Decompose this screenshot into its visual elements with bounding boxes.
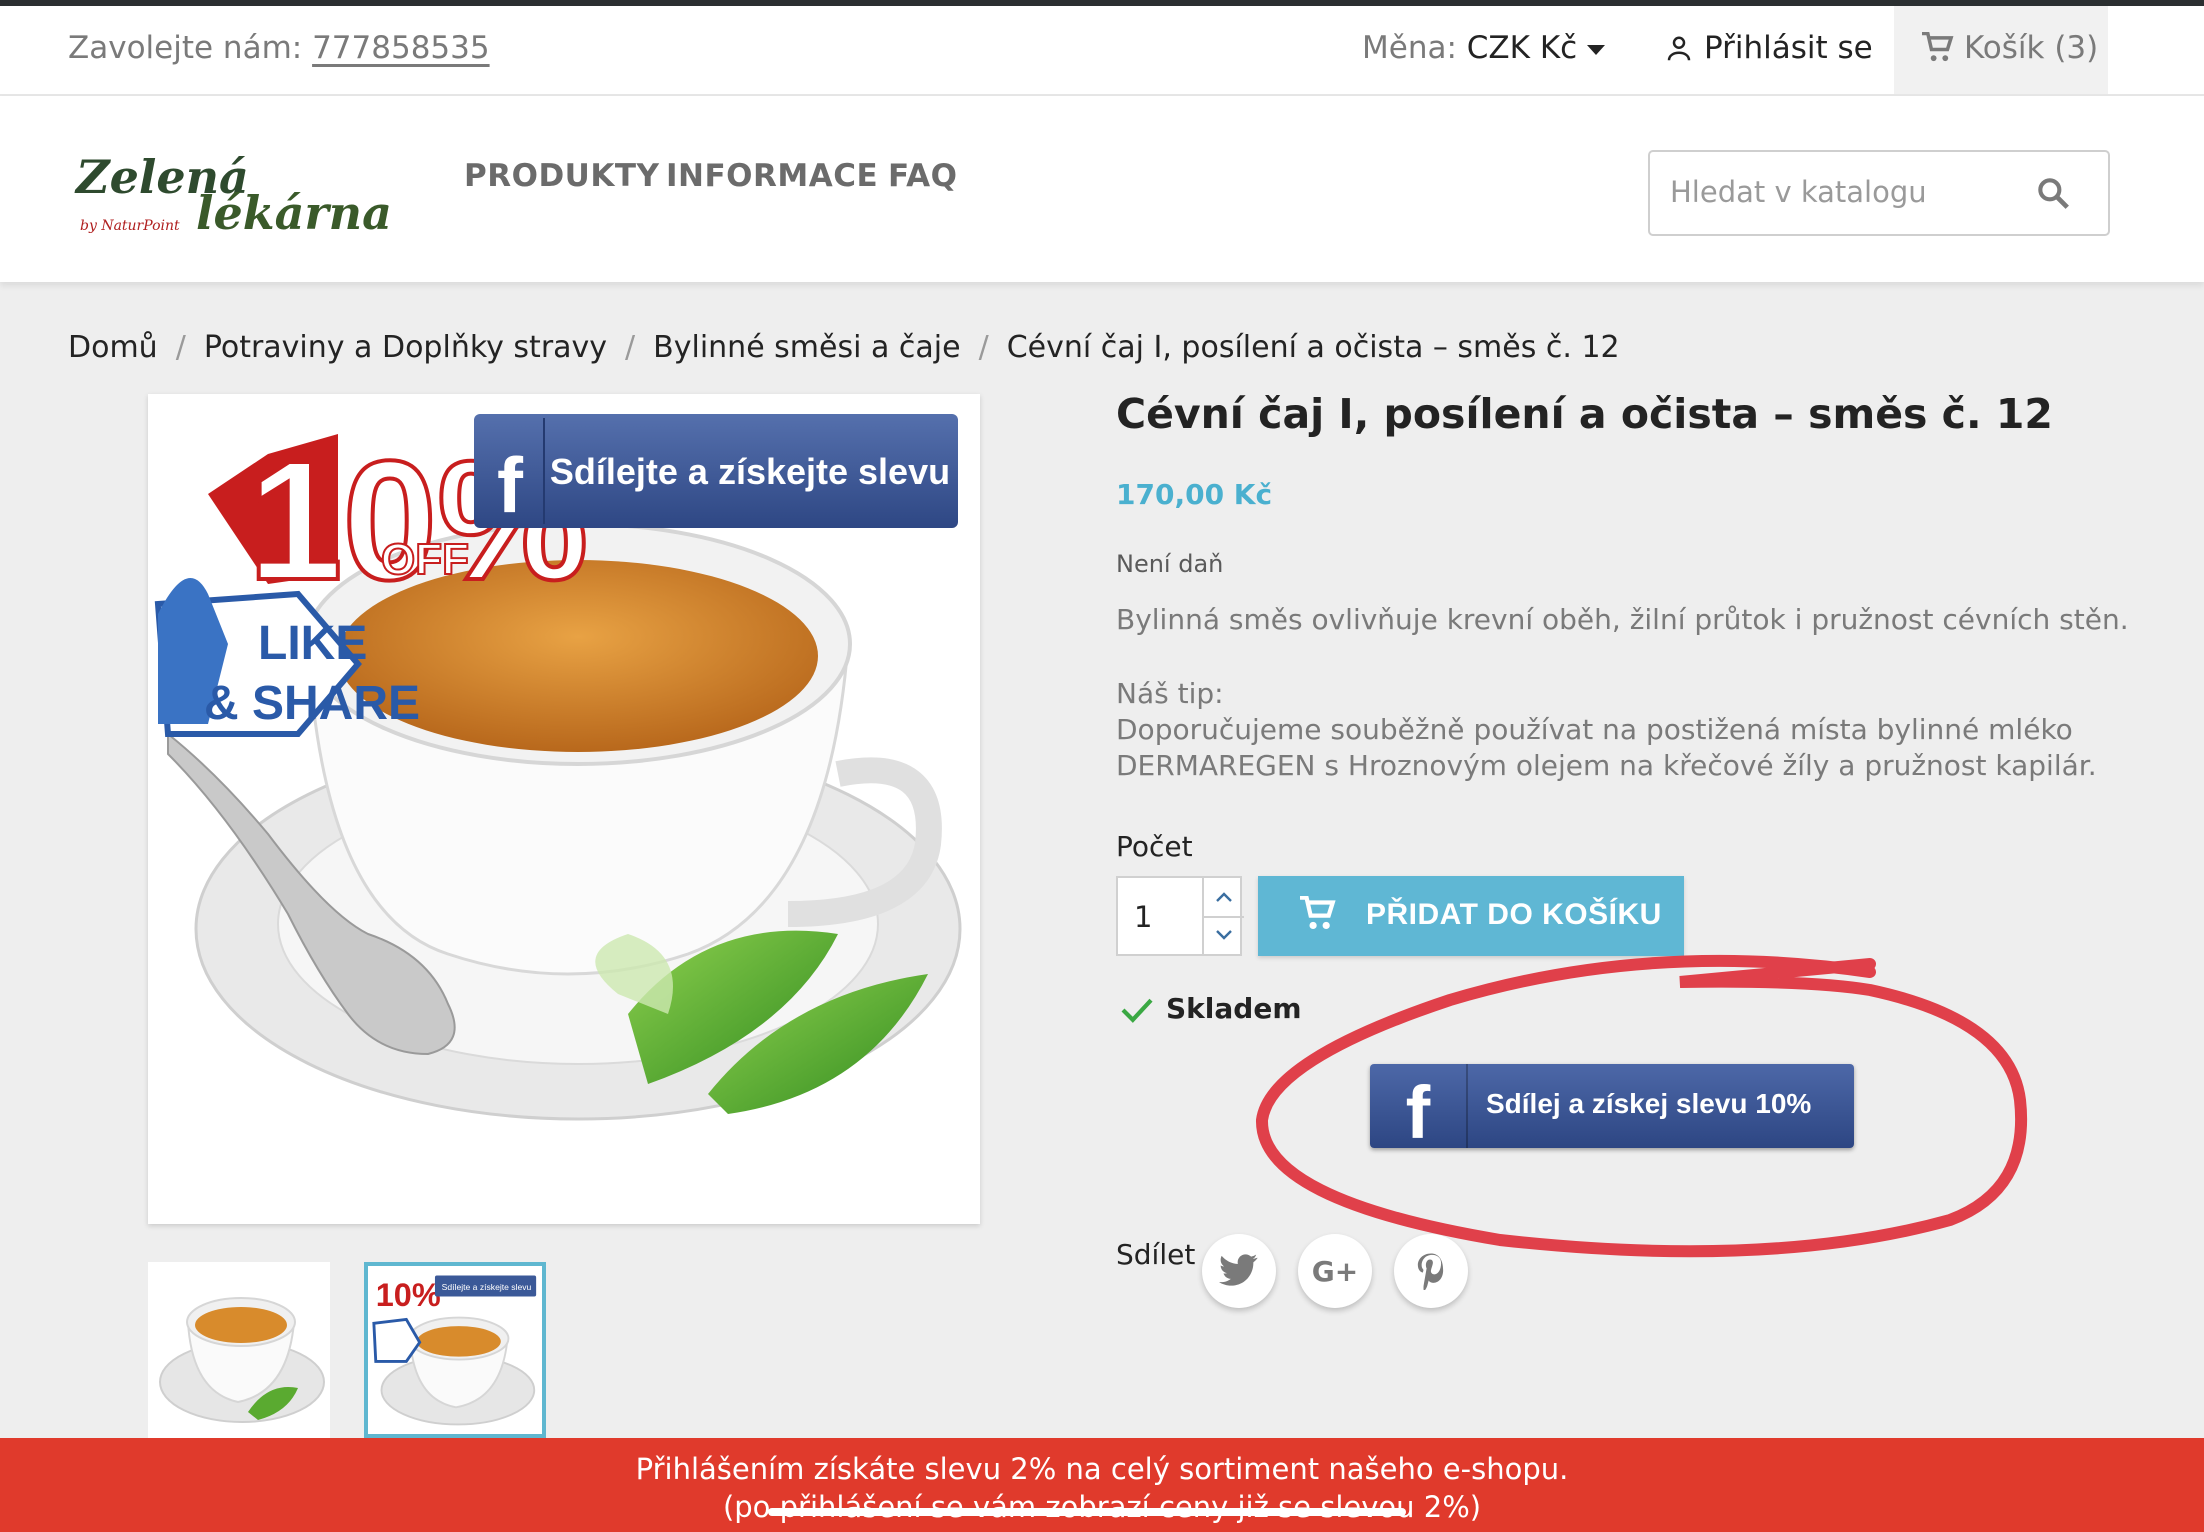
user-icon bbox=[1667, 36, 1691, 61]
thumb-banner-fb-text: Sdílejte a získejte slevu bbox=[442, 1282, 532, 1292]
google-plus-share-button[interactable]: G+ bbox=[1298, 1234, 1372, 1308]
breadcrumb-current: Cévní čaj I, posílení a očista – směs č.… bbox=[1006, 330, 1620, 365]
login-discount-banner: Přihlášením získáte slevu 2% na celý sor… bbox=[0, 1438, 2204, 1532]
thumb-banner-percent: 10% bbox=[376, 1277, 441, 1313]
breadcrumb-separator: / bbox=[625, 330, 636, 365]
quantity-stepper bbox=[1116, 876, 1244, 956]
contact-phone: Zavolejte nám: 777858535 bbox=[68, 30, 490, 66]
nav-informace[interactable]: INFORMACE bbox=[666, 158, 878, 194]
quantity-input[interactable] bbox=[1132, 896, 1196, 938]
chevron-up-icon bbox=[1216, 892, 1232, 902]
banner-share: & SHARE bbox=[204, 677, 420, 730]
search-icon[interactable] bbox=[2034, 174, 2072, 212]
twitter-icon bbox=[1219, 1254, 1258, 1286]
login-label: Přihlásit se bbox=[1704, 30, 1873, 66]
currency-selector[interactable]: Měna: CZK Kč bbox=[1362, 30, 1606, 66]
facebook-icon-box: f bbox=[1370, 1064, 1468, 1154]
product-title: Cévní čaj I, posílení a očista – směs č.… bbox=[1116, 390, 2053, 438]
quantity-increase-button[interactable] bbox=[1204, 878, 1244, 918]
logo-line2[interactable]: lékárna bbox=[196, 186, 392, 240]
currency-value: CZK Kč bbox=[1466, 30, 1578, 66]
tip-label: Náš tip: bbox=[1116, 677, 1224, 710]
breadcrumb-home[interactable]: Domů bbox=[68, 330, 158, 365]
checkmark-icon bbox=[1121, 998, 1153, 1023]
promo-line2: (po přihlášení se vám zobrazí ceny již s… bbox=[722, 1490, 1482, 1524]
svg-text:f: f bbox=[1406, 1071, 1431, 1148]
promo-line1: Přihlášením získáte slevu 2% na celý sor… bbox=[635, 1452, 1569, 1486]
caret-down-icon bbox=[1587, 44, 1606, 55]
quantity-spinner bbox=[1202, 878, 1244, 954]
tea-cup-illustration: 10% OFF LIKE & SHARE f Sdílejte a získej… bbox=[154, 414, 962, 1121]
phone-link[interactable]: 777858535 bbox=[312, 30, 490, 66]
call-label: Zavolejte nám: bbox=[68, 30, 303, 66]
breadcrumb-separator: / bbox=[175, 330, 186, 365]
thumbnail-1[interactable] bbox=[148, 1262, 330, 1438]
cart-label: Košík (3) bbox=[1964, 30, 2099, 66]
pinterest-icon bbox=[1417, 1253, 1444, 1290]
product-main-image[interactable]: 10% OFF LIKE & SHARE f Sdílejte a získej… bbox=[148, 394, 980, 1224]
banner-like: LIKE bbox=[258, 617, 367, 670]
facebook-icon: f bbox=[1406, 1071, 1431, 1154]
tax-note: Není daň bbox=[1116, 550, 1224, 578]
search-input[interactable] bbox=[1668, 168, 2012, 216]
cart-icon bbox=[1922, 31, 1954, 62]
add-to-cart-button[interactable]: PŘIDAT DO KOŠÍKU bbox=[1258, 876, 1684, 956]
thumbnail-teacup bbox=[159, 1297, 325, 1423]
breadcrumb: Domů / Potraviny a Doplňky stravy / Bylinné … bbox=[68, 330, 1620, 365]
quantity-decrease-button[interactable] bbox=[1204, 916, 1244, 954]
product-description: Bylinná směs ovlivňuje krevní oběh, žiln… bbox=[1116, 603, 2129, 636]
thumbnail-2-selected[interactable]: 10% Sdílejte a získejte slevu bbox=[364, 1262, 546, 1438]
tip-line1: Doporučujeme souběžně používat na postiž… bbox=[1116, 713, 2073, 746]
search-box bbox=[1648, 150, 2110, 236]
twitter-share-button[interactable] bbox=[1202, 1234, 1276, 1308]
banner-off: OFF bbox=[381, 535, 469, 584]
nav-produkty[interactable]: PRODUKTY bbox=[464, 158, 659, 194]
chevron-down-icon bbox=[1216, 930, 1232, 940]
facebook-f-icon: f bbox=[497, 441, 524, 529]
product-price: 170,00 Kč bbox=[1116, 478, 1273, 511]
banner-fb-text: Sdílejte a získejte slevu bbox=[550, 451, 950, 492]
share-label: Sdílet bbox=[1116, 1238, 1196, 1271]
thumbnail-promo: 10% Sdílejte a získejte slevu bbox=[372, 1275, 537, 1426]
pinterest-share-button[interactable] bbox=[1394, 1234, 1468, 1308]
breadcrumb-subcategory[interactable]: Bylinné směsi a čaje bbox=[653, 330, 960, 365]
quantity-label: Počet bbox=[1116, 830, 1193, 863]
cart-button[interactable]: Košík (3) bbox=[1894, 6, 2108, 94]
add-to-cart-label: PŘIDAT DO KOŠÍKU bbox=[1366, 898, 1662, 931]
login-link[interactable]: Přihlásit se bbox=[1664, 30, 1873, 66]
currency-label: Měna: bbox=[1362, 30, 1457, 66]
product-tip: Náš tip: Doporučujeme souběžně používat … bbox=[1116, 676, 2097, 784]
logo-line3: by NaturPoint bbox=[80, 218, 180, 234]
facebook-share-discount-button[interactable]: f Sdílej a získej slevu 10% bbox=[1370, 1064, 1854, 1154]
facebook-share-label: Sdílej a získej slevu 10% bbox=[1486, 1088, 1812, 1119]
google-plus-icon: G+ bbox=[1311, 1254, 1359, 1288]
tip-line2: DERMAREGEN s Hroznovým olejem na křečové… bbox=[1116, 749, 2097, 782]
breadcrumb-separator: / bbox=[978, 330, 989, 365]
breadcrumb-category[interactable]: Potraviny a Doplňky stravy bbox=[204, 330, 607, 365]
home-indicator-bar[interactable] bbox=[768, 1508, 1406, 1516]
cart-icon bbox=[1300, 896, 1336, 930]
nav-faq[interactable]: FAQ bbox=[888, 158, 957, 194]
